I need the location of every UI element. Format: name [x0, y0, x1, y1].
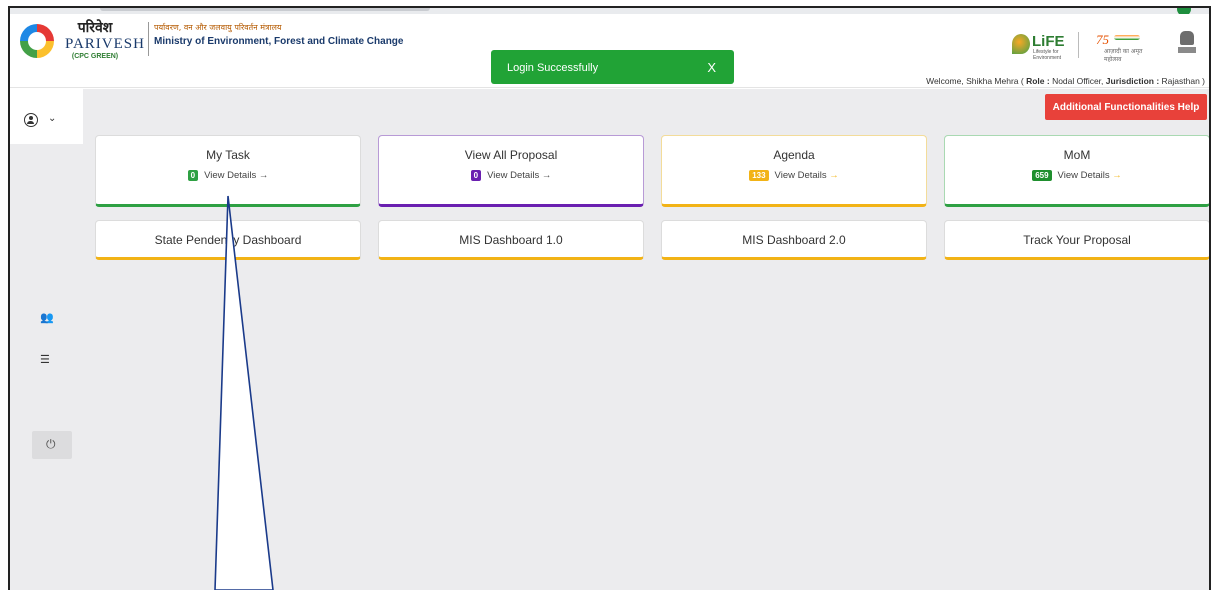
- card-title: Agenda: [773, 148, 815, 162]
- card-title: MIS Dashboard 2.0: [742, 233, 846, 247]
- power-icon: ⏻: [46, 437, 56, 451]
- header-divider: [1078, 32, 1079, 58]
- browser-bar: [10, 8, 1209, 16]
- arrow-right-icon: →: [1112, 170, 1122, 181]
- logout-button[interactable]: ⏻: [32, 431, 72, 459]
- azadi-logo: 75 आज़ादी का अमृत महोत्सव: [1096, 31, 1154, 63]
- role-value: Nodal Officer,: [1049, 76, 1106, 86]
- card-mis-dashboard-1[interactable]: MIS Dashboard 1.0: [378, 220, 644, 260]
- login-toast: Login Successfully X: [491, 50, 734, 84]
- brand: परिवेश PARIVESH (CPC GREEN): [65, 18, 145, 60]
- brand-sub: (CPC GREEN): [71, 53, 119, 60]
- count-badge: 659: [1032, 170, 1052, 181]
- card-agenda[interactable]: Agenda 133 View Details →: [661, 135, 927, 207]
- brand-hindi: परिवेश: [77, 20, 113, 36]
- azadi-75: 75: [1096, 32, 1109, 47]
- sidebar: ⌄ 👥 ☰ ⏻: [10, 89, 83, 590]
- toast-message: Login Successfully: [507, 62, 599, 74]
- tricolor-icon: [1114, 35, 1140, 40]
- parivesh-logo-icon: [20, 24, 54, 58]
- list-icon[interactable]: ☰: [40, 353, 50, 366]
- card-mis-dashboard-2[interactable]: MIS Dashboard 2.0: [661, 220, 927, 260]
- ministry-hindi: पर्यावरण, वन और जलवायु परिवर्तन मंत्रालय: [154, 23, 282, 32]
- jurisdiction-label: Jurisdiction :: [1105, 76, 1160, 86]
- azadi-text: आज़ादी का अमृत महोत्सव: [1104, 48, 1143, 63]
- address-bar[interactable]: [100, 8, 430, 11]
- card-title: View All Proposal: [464, 148, 558, 162]
- card-title: MIS Dashboard 1.0: [459, 233, 563, 247]
- sidebar-top: ⌄: [10, 89, 83, 144]
- count-badge: 0: [187, 170, 199, 181]
- life-logo-sub: Lifestyle for Environment: [1033, 49, 1062, 61]
- card-meta: 659 View Details →: [945, 170, 1209, 181]
- main-content: Additional Functionalities Help My Task …: [83, 89, 1209, 590]
- welcome-text: Welcome, Shikha Mehra ( Role : Nodal Off…: [926, 76, 1205, 86]
- card-my-task[interactable]: My Task 0 View Details →: [95, 135, 361, 207]
- role-label: Role :: [1026, 76, 1050, 86]
- arrow-right-icon: →: [829, 170, 839, 181]
- chevron-down-icon: ⌄: [48, 113, 57, 124]
- card-meta: 133 View Details →: [662, 170, 926, 181]
- life-logo-text: LiFE: [1032, 33, 1065, 50]
- ministry-title: पर्यावरण, वन और जलवायु परिवर्तन मंत्रालय…: [148, 22, 403, 56]
- sidebar-body: 👥 ☰ ⏻: [10, 144, 83, 590]
- ministry-english: Ministry of Environment, Forest and Clim…: [154, 36, 404, 47]
- card-title: State Pendency Dashboard: [154, 233, 302, 247]
- users-icon[interactable]: 👥: [40, 311, 54, 324]
- card-track-your-proposal[interactable]: Track Your Proposal: [944, 220, 1209, 260]
- user-menu-toggle[interactable]: ⌄: [24, 113, 68, 129]
- toast-close-button[interactable]: X: [707, 60, 716, 75]
- additional-help-button[interactable]: Additional Functionalities Help: [1045, 94, 1207, 120]
- jurisdiction-value: Rajasthan ): [1159, 76, 1205, 86]
- card-meta: 0 View Details →: [96, 170, 360, 181]
- user-circle-icon: [24, 113, 38, 127]
- card-meta: 0 View Details →: [379, 170, 643, 181]
- brand-name: PARIVESH: [65, 36, 145, 52]
- count-badge: 133: [749, 170, 769, 181]
- view-details-link[interactable]: View Details: [1058, 170, 1110, 181]
- view-details-link[interactable]: View Details: [775, 170, 827, 181]
- national-emblem-icon: [1178, 31, 1196, 59]
- welcome-prefix: Welcome, Shikha Mehra (: [926, 76, 1027, 86]
- app-window: परिवेश PARIVESH (CPC GREEN) पर्यावरण, वन…: [8, 6, 1211, 590]
- card-view-all-proposal[interactable]: View All Proposal 0 View Details →: [378, 135, 644, 207]
- site-header: परिवेश PARIVESH (CPC GREEN) पर्यावरण, वन…: [10, 14, 1209, 88]
- view-details-link[interactable]: View Details →: [204, 170, 268, 181]
- leaf-icon: [1012, 34, 1030, 54]
- card-mom[interactable]: MoM 659 View Details →: [944, 135, 1209, 207]
- count-badge: 0: [470, 170, 482, 181]
- card-title: Track Your Proposal: [1023, 233, 1131, 247]
- card-title: My Task: [206, 148, 250, 162]
- life-logo: LiFE Lifestyle for Environment: [1012, 32, 1070, 61]
- card-state-pendency-dashboard[interactable]: State Pendency Dashboard: [95, 220, 361, 260]
- card-title: MoM: [1063, 148, 1091, 162]
- view-details-link[interactable]: View Details →: [487, 170, 551, 181]
